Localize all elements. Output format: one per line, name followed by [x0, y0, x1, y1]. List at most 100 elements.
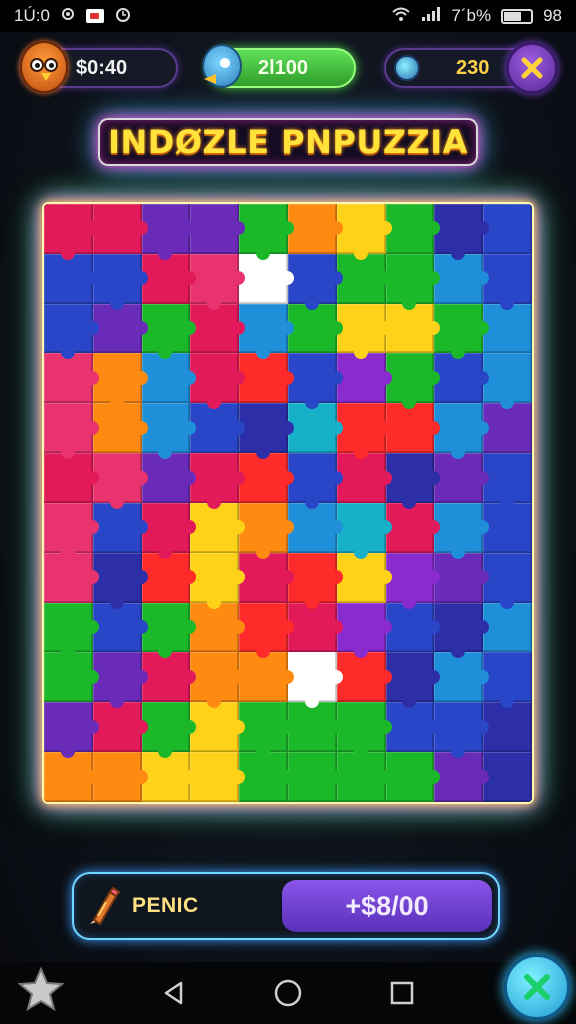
- puzzle-piece[interactable]: [44, 403, 99, 460]
- puzzle-piece[interactable]: [336, 652, 392, 703]
- puzzle-piece[interactable]: [434, 403, 490, 460]
- puzzle-piece[interactable]: [141, 253, 197, 304]
- puzzle-piece[interactable]: [92, 403, 148, 454]
- puzzle-piece[interactable]: [287, 353, 343, 410]
- puzzle-piece[interactable]: [141, 403, 197, 460]
- empty-slot[interactable]: [287, 652, 343, 709]
- bird-avatar-icon[interactable]: [202, 44, 242, 88]
- puzzle-piece[interactable]: [483, 303, 532, 354]
- puzzle-piece[interactable]: [385, 403, 441, 454]
- puzzle-piece[interactable]: [239, 353, 294, 404]
- puzzle-piece[interactable]: [434, 502, 490, 559]
- puzzle-piece[interactable]: [141, 702, 197, 759]
- puzzle-piece[interactable]: [336, 303, 392, 360]
- puzzle-piece[interactable]: [141, 353, 197, 404]
- puzzle-piece[interactable]: [483, 403, 532, 454]
- puzzle-piece[interactable]: [483, 253, 532, 310]
- puzzle-piece[interactable]: [239, 303, 294, 360]
- puzzle-piece[interactable]: [141, 652, 197, 703]
- puzzle-piece[interactable]: [385, 204, 441, 254]
- puzzle-piece[interactable]: [92, 453, 148, 509]
- puzzle-piece[interactable]: [434, 453, 490, 503]
- puzzle-piece[interactable]: [287, 502, 343, 553]
- puzzle-piece[interactable]: [336, 253, 392, 304]
- puzzle-piece[interactable]: [44, 453, 99, 503]
- puzzle-piece[interactable]: [336, 403, 392, 460]
- puzzle-piece[interactable]: [385, 353, 441, 410]
- puzzle-piece[interactable]: [190, 702, 246, 753]
- puzzle-piece[interactable]: [336, 552, 392, 603]
- puzzle-piece[interactable]: [385, 652, 441, 709]
- puzzle-piece[interactable]: [239, 502, 294, 559]
- puzzle-piece[interactable]: [141, 552, 197, 603]
- puzzle-piece[interactable]: [483, 702, 532, 753]
- puzzle-piece[interactable]: [141, 752, 197, 802]
- puzzle-grid[interactable]: [44, 204, 532, 802]
- puzzle-piece[interactable]: [92, 702, 148, 753]
- puzzle-piece[interactable]: [141, 502, 197, 559]
- puzzle-piece[interactable]: [92, 652, 148, 709]
- progress-panel[interactable]: PENIC +$8/00: [72, 872, 500, 940]
- puzzle-piece[interactable]: [92, 552, 148, 609]
- puzzle-piece[interactable]: [239, 204, 294, 260]
- empty-slot[interactable]: [239, 253, 294, 304]
- puzzle-piece[interactable]: [190, 652, 246, 709]
- puzzle-piece[interactable]: [385, 453, 441, 509]
- puzzle-piece[interactable]: [434, 552, 490, 603]
- puzzle-piece[interactable]: [336, 702, 392, 759]
- puzzle-piece[interactable]: [385, 602, 441, 653]
- puzzle-piece[interactable]: [434, 303, 490, 360]
- fab-close-button[interactable]: [504, 954, 570, 1020]
- puzzle-piece[interactable]: [483, 652, 532, 709]
- puzzle-piece[interactable]: [287, 752, 343, 802]
- puzzle-piece[interactable]: [190, 502, 246, 553]
- puzzle-piece[interactable]: [190, 602, 246, 653]
- puzzle-piece[interactable]: [434, 253, 490, 304]
- puzzle-piece[interactable]: [141, 602, 197, 659]
- puzzle-piece[interactable]: [44, 702, 99, 759]
- owl-avatar-icon[interactable]: [20, 41, 68, 93]
- puzzle-piece[interactable]: [44, 353, 99, 404]
- puzzle-piece[interactable]: [141, 453, 197, 503]
- puzzle-piece[interactable]: [190, 752, 246, 802]
- puzzle-piece[interactable]: [239, 403, 294, 460]
- puzzle-piece[interactable]: [434, 353, 490, 404]
- puzzle-piece[interactable]: [141, 204, 197, 260]
- puzzle-piece[interactable]: [92, 602, 148, 653]
- puzzle-piece[interactable]: [287, 453, 343, 509]
- puzzle-piece[interactable]: [141, 303, 197, 360]
- puzzle-piece[interactable]: [287, 602, 343, 653]
- recent-apps-button[interactable]: [386, 977, 418, 1009]
- puzzle-piece[interactable]: [190, 253, 246, 310]
- puzzle-piece[interactable]: [434, 702, 490, 759]
- puzzle-piece[interactable]: [44, 253, 99, 304]
- puzzle-piece[interactable]: [190, 453, 246, 509]
- puzzle-piece[interactable]: [483, 204, 532, 254]
- puzzle-piece[interactable]: [92, 204, 148, 254]
- puzzle-piece[interactable]: [336, 353, 392, 404]
- puzzle-piece[interactable]: [44, 752, 99, 802]
- puzzle-piece[interactable]: [92, 303, 148, 354]
- back-button[interactable]: [158, 977, 190, 1009]
- puzzle-piece[interactable]: [92, 353, 148, 410]
- puzzle-piece[interactable]: [483, 353, 532, 410]
- puzzle-piece[interactable]: [239, 552, 294, 603]
- puzzle-piece[interactable]: [287, 204, 343, 254]
- puzzle-piece[interactable]: [385, 303, 441, 354]
- puzzle-piece[interactable]: [483, 552, 532, 609]
- puzzle-piece[interactable]: [385, 253, 441, 310]
- puzzle-piece[interactable]: [385, 502, 441, 553]
- puzzle-piece[interactable]: [385, 552, 441, 609]
- puzzle-piece[interactable]: [483, 602, 532, 653]
- puzzle-piece[interactable]: [287, 303, 343, 354]
- home-button[interactable]: [272, 977, 304, 1009]
- puzzle-piece[interactable]: [287, 403, 343, 454]
- puzzle-piece[interactable]: [239, 752, 294, 802]
- puzzle-piece[interactable]: [44, 303, 99, 360]
- puzzle-piece[interactable]: [483, 752, 532, 802]
- puzzle-piece[interactable]: [287, 702, 343, 753]
- puzzle-piece[interactable]: [336, 602, 392, 659]
- puzzle-piece[interactable]: [190, 204, 246, 254]
- puzzle-piece[interactable]: [239, 702, 294, 759]
- puzzle-piece[interactable]: [336, 502, 392, 559]
